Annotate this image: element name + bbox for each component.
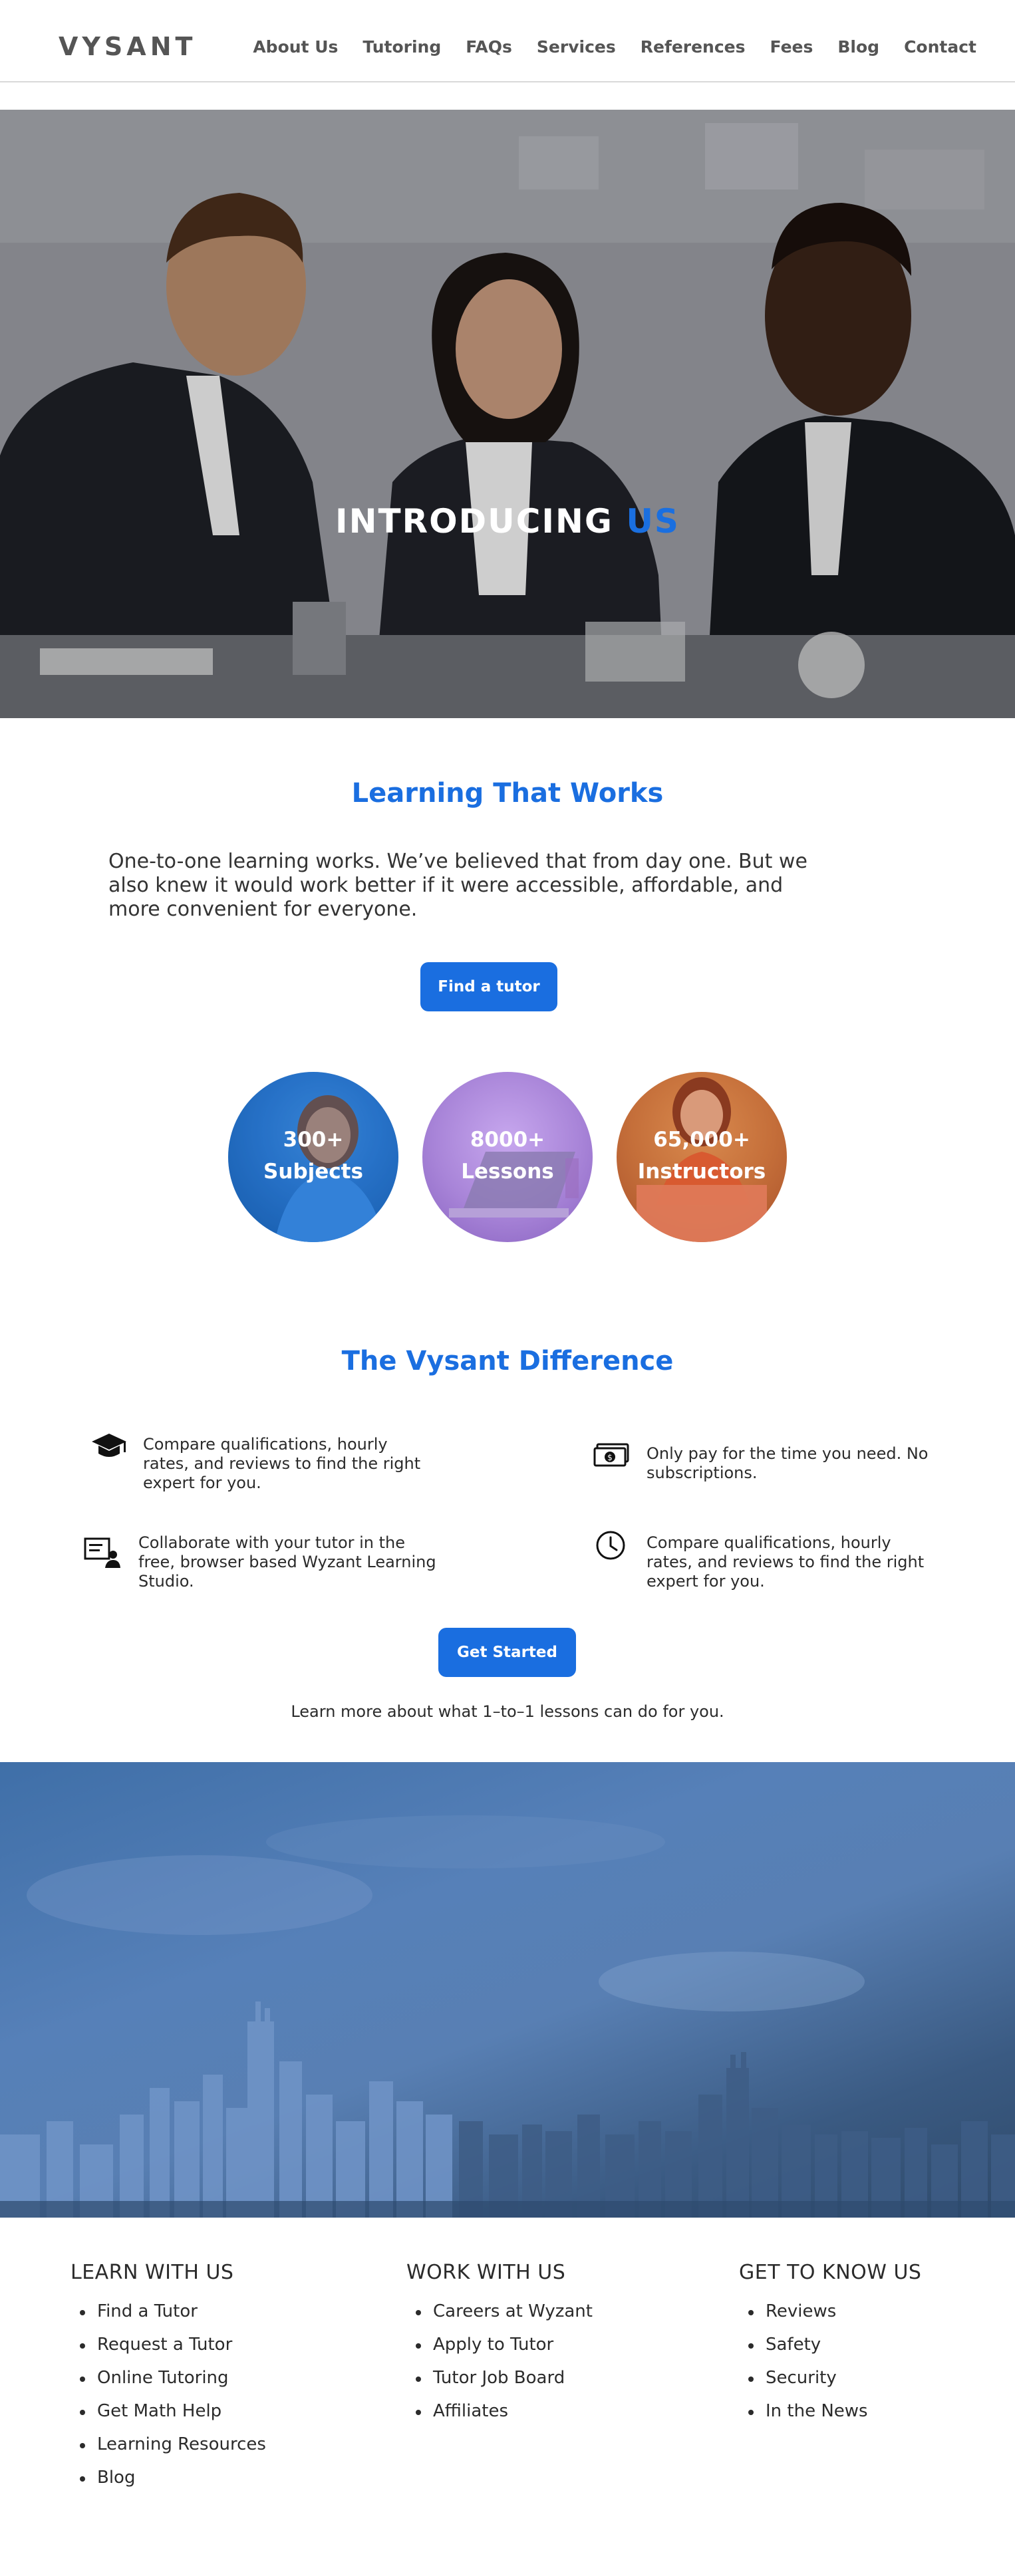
footer-link-job-board[interactable]: Tutor Job Board: [406, 2368, 593, 2401]
nav-faqs[interactable]: FAQs: [466, 37, 512, 57]
teacher-board-icon: [84, 1537, 120, 1568]
stat-lessons: 8000+ Lessons: [422, 1072, 593, 1242]
money-bill-icon: $: [593, 1443, 629, 1467]
get-started-button[interactable]: Get Started: [438, 1628, 576, 1677]
nav-about-us[interactable]: About Us: [253, 37, 338, 57]
nav-blog[interactable]: Blog: [837, 37, 879, 57]
footer-learn-with-us: LEARN WITH US Find a Tutor Request a Tut…: [71, 2261, 266, 2501]
footer-link-reviews[interactable]: Reviews: [739, 2301, 921, 2335]
footer-link-in-the-news[interactable]: In the News: [739, 2401, 921, 2434]
footer-know-title: GET TO KNOW US: [739, 2261, 922, 2284]
stat-subjects: 300+ Subjects: [228, 1072, 398, 1242]
stat-instructors-photo: [637, 1077, 767, 1242]
footer-link-affiliates[interactable]: Affiliates: [406, 2401, 593, 2434]
site-header: VYSANT About Us Tutoring FAQs Services R…: [0, 0, 1015, 82]
learning-title: Learning That Works: [351, 778, 664, 809]
stat-subjects-photo: [228, 1072, 398, 1242]
footer-link-blog[interactable]: Blog: [71, 2468, 266, 2501]
hero-title-accent: US: [626, 502, 680, 541]
graduation-cap-icon: [92, 1434, 126, 1457]
stat-lessons-number: 8000+: [470, 1128, 545, 1152]
city-skyline-banner: [0, 1762, 1015, 2218]
footer-work-with-us: WORK WITH US Careers at Wyzant Apply to …: [406, 2261, 593, 2434]
stat-instructors: 65,000+ Instructors: [617, 1072, 787, 1242]
hero-title: INTRODUCING US: [0, 502, 1015, 541]
stat-subjects-number: 300+: [283, 1128, 344, 1152]
footer-learn-title: LEARN WITH US: [71, 2261, 234, 2284]
find-tutor-button[interactable]: Find a tutor: [420, 962, 557, 1011]
stat-instructors-number: 65,000+: [653, 1128, 750, 1152]
footer-link-request-tutor[interactable]: Request a Tutor: [71, 2335, 266, 2368]
nav-references[interactable]: References: [641, 37, 746, 57]
footer-link-careers[interactable]: Careers at Wyzant: [406, 2301, 593, 2335]
footer-link-learning-resources[interactable]: Learning Resources: [71, 2434, 266, 2468]
stat-subjects-label: Subjects: [263, 1160, 363, 1184]
svg-text:$: $: [607, 1453, 613, 1462]
footer-link-apply-tutor[interactable]: Apply to Tutor: [406, 2335, 593, 2368]
footer-link-online-tutoring[interactable]: Online Tutoring: [71, 2368, 266, 2401]
logo[interactable]: VYSANT: [59, 32, 196, 61]
city-skyline-image: [0, 1815, 1015, 2218]
stat-lessons-label: Lessons: [461, 1160, 554, 1184]
footer-link-find-tutor[interactable]: Find a Tutor: [71, 2301, 266, 2335]
feature-collaborate: Collaborate with your tutor in the free,…: [138, 1533, 436, 1591]
nav-fees[interactable]: Fees: [770, 37, 813, 57]
main-nav: About Us Tutoring FAQs Services Referenc…: [228, 37, 976, 57]
footer-work-title: WORK WITH US: [406, 2261, 566, 2284]
hero-title-main: INTRODUCING: [335, 502, 627, 541]
footer-link-safety[interactable]: Safety: [739, 2335, 921, 2368]
footer-link-math-help[interactable]: Get Math Help: [71, 2401, 266, 2434]
feature-pay: Only pay for the time you need. No subsc…: [647, 1444, 929, 1482]
learn-more-text: Learn more about what 1–to–1 lessons can…: [291, 1702, 724, 1721]
nav-contact[interactable]: Contact: [904, 37, 976, 57]
nav-services[interactable]: Services: [537, 37, 616, 57]
footer-link-security[interactable]: Security: [739, 2368, 921, 2401]
feature-compare: Compare qualifications, hourly rates, an…: [143, 1435, 421, 1492]
learning-text: One-to-one learning works. We’ve believe…: [108, 850, 807, 921]
clock-icon: [596, 1531, 625, 1560]
feature-compare-2: Compare qualifications, hourly rates, an…: [647, 1533, 925, 1591]
hero-photo: [0, 110, 1015, 718]
stat-instructors-label: Instructors: [637, 1160, 766, 1184]
footer-get-to-know-us: GET TO KNOW US Reviews Safety Security I…: [739, 2261, 921, 2434]
hero-banner: INTRODUCING US: [0, 110, 1015, 718]
nav-tutoring[interactable]: Tutoring: [362, 37, 441, 57]
stat-lessons-photo: [449, 1152, 579, 1218]
difference-title: The Vysant Difference: [341, 1346, 674, 1376]
